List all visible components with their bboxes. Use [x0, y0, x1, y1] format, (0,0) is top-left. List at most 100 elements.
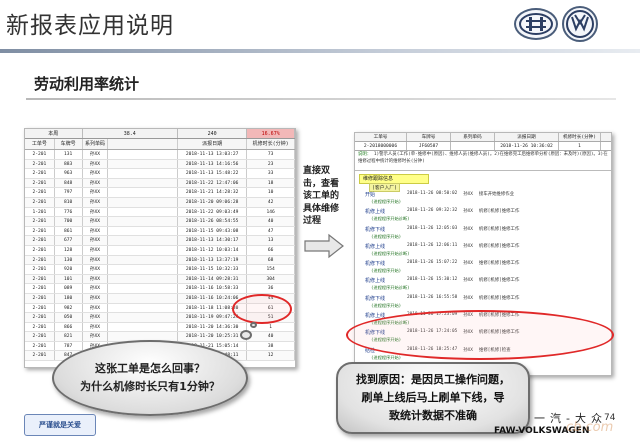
answer-line: 刷单上线后马上刷单下线，导 [361, 391, 505, 404]
step-person: 孙XX [463, 209, 473, 215]
vw-logo [562, 6, 598, 42]
step-sub: (进程程序开始诊断) [371, 216, 410, 222]
table-row[interactable]: 2-201 130 孙XX 2018-11-13 13:37:19 68 [25, 255, 295, 266]
table-row[interactable]: 2-201 883 孙XX 2018-11-13 14:16:56 23 [25, 159, 295, 170]
table-cell: 孙XX [83, 245, 109, 255]
table-cell: 孙XX [83, 332, 109, 341]
slide-title: 新报表应用说明 [6, 13, 174, 39]
table-cell: 2-201 [25, 159, 55, 169]
step-time: 2018-11-26 12:05:03 [407, 225, 458, 231]
table-cell: 47 [247, 226, 295, 236]
table-cell: 2-201 [25, 169, 55, 178]
work-order-number: 2-2018000006 [355, 142, 407, 150]
table-cell: 848 [55, 178, 83, 188]
column-header: 机修时长(分钟) [247, 139, 295, 149]
table-row[interactable]: 2-201 101 孙XX 2018-11-14 09:28:31 304 [25, 274, 295, 285]
question-line: 这张工单是怎么回事？ [95, 362, 205, 375]
section-divider [26, 98, 616, 100]
step-time: 2018-11-26 09:32:32 [407, 208, 458, 214]
process-step: 机修上线 (进程程序开始诊断) 2018-11-26 12:06:11 孙XX 机修[机… [361, 243, 607, 260]
step-detail-row: 2018-11-26 12:05:03 孙XX 机修[机修]维修工作 [407, 226, 519, 232]
table-cell: 33 [247, 169, 295, 178]
table-row[interactable]: 2-201 797 孙XX 2018-11-21 14:28:32 10 [25, 188, 295, 198]
summary-cell: 本周 [25, 129, 83, 138]
table-cell: 2018-11-13 15:48:22 [178, 169, 248, 178]
table-row[interactable]: 2-201 131 孙XX 2018-11-13 13:03:27 73 [25, 150, 295, 160]
table-cell [108, 236, 178, 245]
step-label: 机修下线 [365, 295, 386, 302]
step-note: 机修[机修]维修工作 [478, 209, 520, 215]
table-row[interactable]: 2-201 963 孙XX 2018-11-13 15:48:22 33 [25, 169, 295, 179]
table-cell: 孙XX [83, 178, 109, 188]
table-cell: 孙XX [83, 313, 109, 322]
step-label: 机修上线 [365, 209, 386, 216]
faw-logo [514, 8, 558, 40]
table-cell: 1-201 [25, 207, 55, 217]
description-text: 1)警示人员(工作)单-维修中(原因)、维修人员(维修人员)。2)在维修完工后维… [358, 152, 608, 164]
table-cell: 2-201 [25, 303, 55, 313]
table-row[interactable]: 2-201 861 孙XX 2018-11-15 09:43:08 47 [25, 226, 295, 237]
table-cell [108, 188, 178, 197]
table-cell: 36 [247, 284, 295, 293]
report-summary-row: 本周 38.4 240 16.67% [25, 129, 295, 139]
table-cell: 180 [55, 293, 83, 303]
table-cell: 2-201 [25, 226, 55, 236]
table-row[interactable]: 2-201 089 孙XX 2018-11-16 10:58:33 36 [25, 284, 295, 294]
table-row[interactable]: 1-201 776 孙XX 2018-11-22 09:03:49 146 [25, 207, 295, 218]
step-time: 2018-11-26 15:30:12 [407, 277, 458, 283]
detail-description: 说明： 1)警示人员(工作)单-维修中(原因)、维修人员(维修人员)。2)在维修… [355, 151, 611, 171]
table-cell: 920 [55, 265, 83, 274]
step-sub: (进程程序开始) [371, 302, 402, 308]
table-cell: 2018-11-15 10:32:33 [178, 265, 248, 274]
step-time: 2018-11-26 15:07:22 [407, 260, 458, 266]
table-cell: 2-201 [25, 274, 55, 284]
table-cell: 23 [247, 159, 295, 169]
column-header: 车牌号 [55, 139, 83, 149]
table-cell: 131 [55, 150, 83, 159]
table-cell: 2018-11-13 13:03:27 [178, 150, 248, 159]
table-cell: 700 [55, 217, 83, 226]
table-row[interactable]: 2-201 128 孙XX 2018-11-12 10:03:14 66 [25, 245, 295, 256]
table-cell [108, 169, 178, 178]
table-cell: 2-201 [25, 332, 55, 341]
step-person: 孙XX [463, 243, 473, 249]
table-cell: 2018-11-22 09:03:49 [178, 207, 248, 217]
table-cell: 孙XX [83, 169, 109, 178]
table-cell: 866 [55, 322, 83, 332]
table-cell: 38 [247, 341, 295, 351]
table-row[interactable]: 2-201 920 孙XX 2018-11-15 10:32:33 154 [25, 265, 295, 275]
table-cell: 2018-11-13 13:37:19 [178, 255, 248, 265]
column-header: 工单号 [355, 133, 407, 141]
table-row[interactable]: 2-201 700 孙XX 2018-11-26 08:54:55 40 [25, 217, 295, 227]
process-step: 机修下线 (进程程序开始) 2018-11-26 12:05:03 孙XX 机修[机修]… [361, 226, 607, 243]
table-cell [108, 303, 178, 313]
step-label: 机修下线 [365, 226, 386, 233]
report-column-headers: 工单号 车牌号 系列单码 派报日期 机修时长(分钟) [25, 139, 295, 150]
process-step: 开始 (进程程序开始) 2018-11-26 08:50:02 孙XX 接车开始维修作业 [361, 191, 607, 208]
table-cell [108, 265, 178, 274]
table-cell: 677 [55, 236, 83, 245]
table-cell [108, 207, 178, 217]
table-cell [108, 178, 178, 188]
step-time: 2018-11-26 12:06:11 [407, 242, 458, 248]
table-cell: 66 [247, 245, 295, 255]
step-detail-row: 2018-11-26 09:32:32 孙XX 机修[机修]维修工作 [407, 208, 519, 214]
table-cell: 810 [55, 197, 83, 207]
table-row[interactable]: 2-201 848 孙XX 2018-11-22 12:47:06 18 [25, 178, 295, 189]
table-cell: 2018-11-26 08:54:55 [178, 217, 248, 226]
table-cell: 孙XX [83, 293, 109, 303]
repair-duration: 1 [559, 142, 601, 150]
step-sub: (进程程序开始诊断) [371, 250, 410, 256]
column-header: 机修时长(分钟) [559, 133, 601, 141]
table-row[interactable]: 2-201 677 孙XX 2018-11-13 14:30:17 13 [25, 236, 295, 246]
table-cell: 2-201 [25, 178, 55, 188]
table-cell: 2-201 [25, 245, 55, 255]
column-header: 系列单码 [451, 133, 495, 141]
table-cell: 2-201 [25, 341, 55, 351]
table-cell: 40 [247, 217, 295, 226]
table-cell [108, 284, 178, 293]
table-row[interactable]: 2-201 810 孙XX 2018-11-20 09:06:28 42 [25, 197, 295, 208]
footer-slogan-logo: 严谨就是关爱 [24, 414, 96, 436]
table-cell [108, 197, 178, 207]
question-bubble: 这张工单是怎么回事？ 为什么机修时长只有1分钟？ [52, 340, 248, 416]
